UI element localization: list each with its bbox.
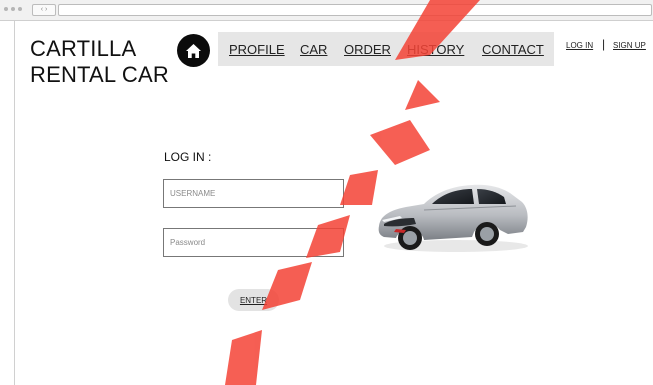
nav-order[interactable]: ORDER	[344, 42, 391, 57]
nav-profile[interactable]: PROFILE	[229, 42, 285, 57]
enter-button[interactable]: ENTER	[228, 289, 279, 311]
nav-car[interactable]: CAR	[300, 42, 327, 57]
main-nav: PROFILE CAR ORDER HISTORY CONTACT	[218, 32, 554, 66]
signup-link[interactable]: SIGN UP	[613, 41, 646, 50]
browser-nav-buttons[interactable]: ‹ ›	[32, 4, 56, 16]
home-icon	[186, 43, 201, 58]
home-button[interactable]	[177, 34, 210, 67]
brand-line-1: CARTILLA	[30, 36, 137, 61]
brand-line-2: RENTAL CAR	[30, 62, 169, 87]
address-bar[interactable]	[58, 4, 652, 16]
window-dot[interactable]	[4, 7, 8, 11]
brand-logo[interactable]: CARTILLA RENTAL CAR	[30, 36, 169, 88]
window-controls	[4, 7, 22, 11]
car-image	[378, 184, 528, 252]
nav-history[interactable]: HISTORY	[407, 42, 464, 57]
login-link[interactable]: LOG IN	[566, 41, 593, 50]
window-dot[interactable]	[18, 7, 22, 11]
auth-separator: |	[602, 37, 606, 51]
browser-toolbar: ‹ ›	[0, 0, 653, 21]
nav-contact[interactable]: CONTACT	[482, 42, 544, 57]
password-field[interactable]	[163, 228, 344, 257]
username-field[interactable]	[163, 179, 344, 208]
window-dot[interactable]	[11, 7, 15, 11]
login-title: LOG IN :	[164, 150, 212, 164]
